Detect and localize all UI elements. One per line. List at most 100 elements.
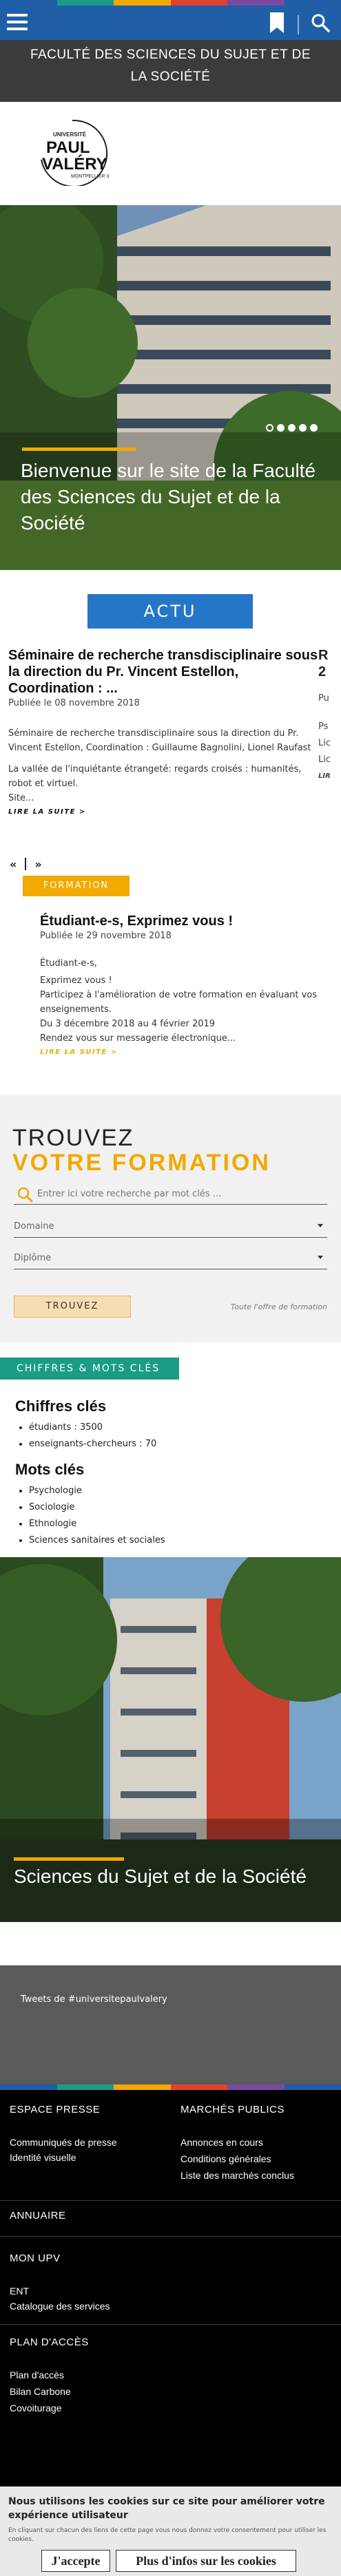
hero-caption: Bienvenue sur le site de la Faculté des …	[21, 460, 316, 534]
news-body: Du 3 décembre 2018 au 4 février 2019	[40, 1019, 216, 1029]
cookie-banner: Nous utilisons les cookies sur ce site p…	[0, 2487, 341, 2576]
news-body-peek: Lic	[318, 754, 331, 765]
domaine-select-value: Domaine	[14, 1221, 54, 1232]
chiffres-list: étudiants : 3500 enseignants-chercheurs …	[15, 1419, 325, 1453]
news-body-peek: Ps	[318, 721, 329, 732]
news-title[interactable]: Étudiant-e-s, Exprimez vous !	[40, 913, 329, 929]
read-more-link[interactable]: LIRE LA SUITE >	[8, 808, 318, 816]
list-item: Sociologie	[29, 1499, 325, 1516]
site-title[interactable]: Faculté des sciences du sujet et de la s…	[0, 40, 341, 102]
search-icon[interactable]	[17, 1186, 33, 1203]
footer-link[interactable]: Covoiturage	[10, 2403, 62, 2414]
chiffres-section: Chiffres clés étudiants : 3500 enseignan…	[15, 1397, 325, 1549]
slider-dot[interactable]	[288, 424, 296, 432]
slider-dot[interactable]	[310, 424, 318, 432]
trouvez-button[interactable]: TROUVEZ	[14, 1296, 131, 1318]
footer-link[interactable]: Liste des marchés conclus	[180, 2170, 294, 2181]
color-stripe	[0, 0, 341, 6]
news-body-peek: Lic	[318, 738, 331, 748]
chiffres-tag: CHIFFRES & MOTS CLÉS	[0, 1358, 179, 1380]
news-body: Exprimez vous !	[40, 975, 112, 986]
diplome-select-value: Diplôme	[14, 1253, 52, 1263]
footer-link[interactable]: Bilan Carbone	[10, 2386, 71, 2397]
footer-link[interactable]: ENT	[10, 2285, 29, 2297]
cookie-subtext: En cliquant sur chacun des liens de cett…	[8, 2527, 327, 2543]
domaine-select[interactable]: Domaine	[14, 1217, 327, 1238]
news-title[interactable]: Séminaire de recherche transdisciplinair…	[8, 647, 318, 697]
news-body: Participez à l'amélioration de votre for…	[40, 990, 318, 1015]
section-subtitle: VOTRE FORMATION	[12, 1150, 271, 1176]
footer-heading-plan[interactable]: PLAN D'ACCÈS	[10, 2336, 89, 2348]
color-stripe	[0, 2084, 341, 2090]
logo-text-main2: VALÉRY	[42, 154, 107, 173]
page: Faculté des sciences du sujet et de la s…	[0, 0, 341, 2576]
campus-accent-rule	[14, 1857, 124, 1861]
slider-dot[interactable]	[266, 424, 273, 432]
footer-link[interactable]: Identité visuelle	[10, 2152, 76, 2163]
section-title: TROUVEZ	[12, 1125, 134, 1151]
logo-text-bottom: MONTPELLIER 3	[71, 174, 109, 179]
chiffres-heading: Chiffres clés	[15, 1397, 107, 1415]
news-item: Séminaire de recherche transdisciplinair…	[8, 647, 318, 816]
footer-link[interactable]: Plan d'accès	[10, 2369, 64, 2380]
footer-link[interactable]: Conditions générales	[180, 2153, 271, 2164]
footer-divider	[0, 2200, 341, 2201]
chevron-down-icon	[318, 1224, 323, 1227]
news-body: Site...	[8, 793, 34, 803]
actu-button[interactable]: ACTU	[87, 594, 253, 629]
campus-caption: Sciences du Sujet et de la Société	[14, 1866, 307, 1887]
hero-accent-rule	[22, 447, 136, 451]
read-more-link[interactable]: LIRE LA SUITE >	[40, 1048, 329, 1056]
news-body: Étudiant-e-s,	[40, 958, 98, 969]
news-item: Étudiant-e-s, Exprimez vous ! Publiée le…	[40, 913, 329, 1056]
footer-link[interactable]: Communiqués de presse	[10, 2137, 117, 2148]
list-item: Ethnologie	[29, 1516, 325, 1532]
search-icon[interactable]	[310, 12, 331, 33]
footer-divider	[0, 2324, 341, 2325]
diplome-select[interactable]: Diplôme	[14, 1249, 327, 1269]
slider-dots	[266, 424, 318, 432]
bookmark-icon[interactable]	[269, 11, 285, 34]
news-body: Rendez vous sur messagerie électronique.…	[40, 1033, 236, 1044]
university-logo[interactable]: UNIVERSITÉ PAUL VALÉRY MONTPELLIER 3	[31, 117, 121, 186]
formation-search-section: TROUVEZ VOTRE FORMATION Domaine Diplôme …	[0, 1095, 341, 1342]
footer-link[interactable]: Catalogue des services	[10, 2301, 110, 2312]
slider-dot-active[interactable]	[277, 424, 285, 432]
news-body: Séminaire de recherche transdisciplinair…	[8, 728, 311, 753]
footer-link[interactable]: Annonces en cours	[180, 2137, 263, 2148]
list-item: Sciences sanitaires et sociales	[29, 1532, 325, 1549]
mots-heading: Mots clés	[15, 1461, 85, 1478]
hamburger-menu-icon[interactable]	[7, 14, 28, 30]
list-item: enseignants-chercheurs : 70	[29, 1436, 325, 1453]
footer-heading-monupv[interactable]: MON UPV	[10, 2252, 61, 2264]
logo-text-main1: PAUL	[46, 138, 90, 157]
formation-search-input[interactable]	[37, 1185, 320, 1202]
formation-tag[interactable]: FORMATION	[23, 876, 130, 896]
pager-next-button[interactable]: »	[34, 858, 41, 871]
news-more-peek: LIR	[318, 772, 331, 780]
top-bar	[0, 6, 341, 40]
news-item-peek: R 2	[318, 647, 341, 680]
cookie-accept-button[interactable]: J'accepte	[41, 2550, 110, 2572]
cookie-more-info-button[interactable]: Plus d'infos sur les cookies	[116, 2550, 296, 2572]
cookie-message: Nous utilisons les cookies sur ce site p…	[8, 2496, 325, 2521]
footer-heading-espace-presse[interactable]: ESPACE PRESSE	[10, 2104, 100, 2115]
logo-text-top: UNIVERSITÉ	[53, 131, 87, 138]
formation-search-field	[14, 1184, 327, 1205]
list-item: Psychologie	[29, 1483, 325, 1499]
tweets-section: Tweets de #universitepaulvalery	[0, 1965, 341, 2089]
news-pager: « »	[10, 858, 42, 871]
all-formations-link[interactable]: Toute l'offre de formation	[231, 1302, 327, 1311]
news-title-peek: 2	[318, 664, 327, 679]
news-date-peek: Pu	[318, 693, 329, 704]
footer-heading-marches[interactable]: MARCHÉS PUBLICS	[180, 2104, 285, 2115]
pager-divider	[25, 858, 27, 870]
slider-dot[interactable]	[299, 424, 307, 432]
news-body: La vallée de l'inquiétante étrangeté: re…	[8, 764, 302, 789]
footer-heading-annuaire[interactable]: ANNUAIRE	[10, 2210, 66, 2221]
news-date: Publiée le 08 novembre 2018	[8, 698, 140, 708]
pager-prev-button[interactable]: «	[10, 858, 17, 871]
footer-divider	[0, 2236, 341, 2237]
chevron-down-icon	[318, 1256, 323, 1259]
tweets-link[interactable]: Tweets de #universitepaulvalery	[21, 1994, 167, 2005]
